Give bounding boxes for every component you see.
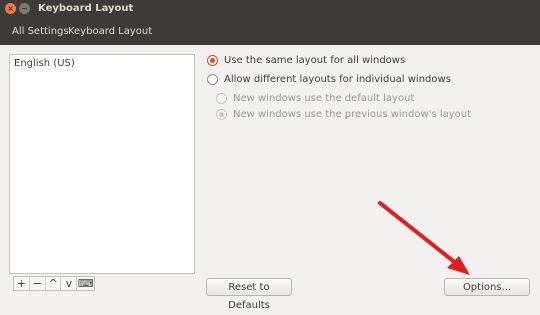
arrow-shaft [378, 201, 459, 266]
red-arrow-annotation [378, 201, 470, 275]
